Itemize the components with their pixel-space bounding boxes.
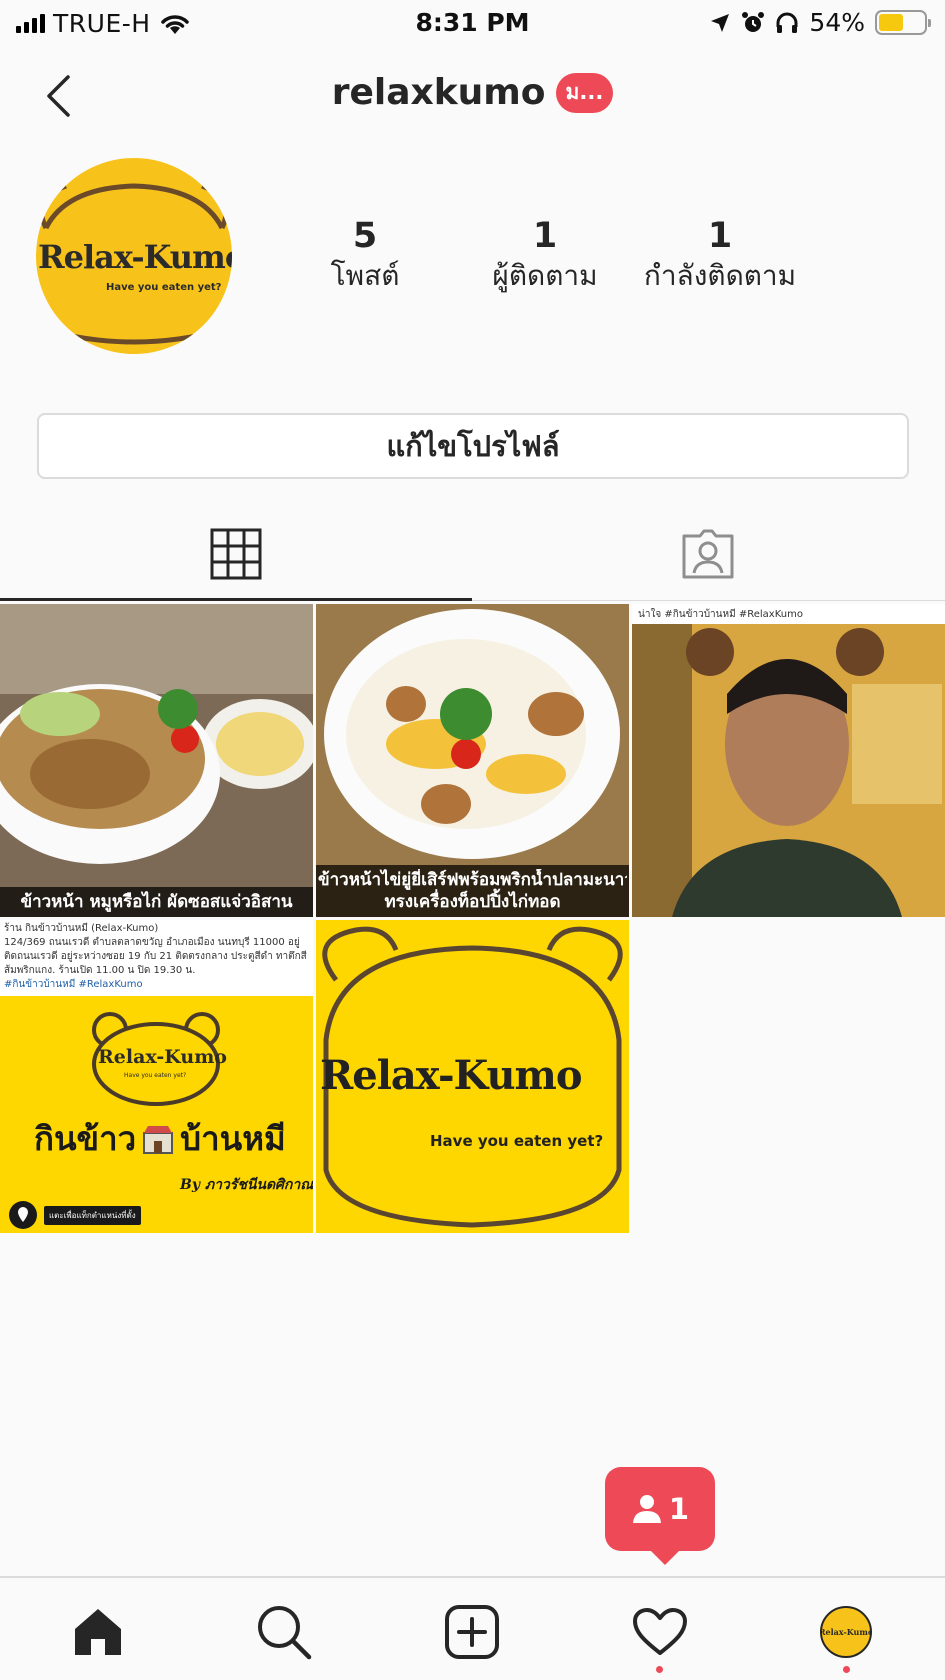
headphones-icon (776, 12, 798, 33)
nav-add-post[interactable] (442, 1602, 502, 1662)
profile-tabs (0, 505, 945, 603)
following-count: 1 (707, 216, 733, 256)
post-4-info-title: ร้าน กินข้าวบ้านหมี (Relax-Kumo) (4, 923, 159, 934)
posts-label: โพสต์ (330, 259, 400, 292)
battery-percent: 54% (809, 8, 865, 37)
notification-pill[interactable]: ม... (555, 72, 614, 113)
battery-fill (879, 14, 903, 31)
status-bar: TRUE-H 8:31 PM 54% (0, 0, 945, 48)
avatar-tagline: Have you eaten yet? (106, 282, 222, 293)
post-4-info-tags: #กินข้าวบ้านหมี #RelaxKumo (4, 979, 143, 990)
stat-following[interactable]: 1 กำลังติดตาม (640, 216, 800, 296)
profile-avatar-icon: Relax-Kumo (820, 1606, 872, 1658)
posts-count: 5 (352, 216, 378, 256)
post-thumbnail-5[interactable]: Relax-Kumo Have you eaten yet? (316, 920, 629, 1233)
shop-icon (143, 1125, 174, 1154)
post-thumbnail-2[interactable]: ข้าวหน้าไข่ยู่ยี่เสิร์ฟพร้อมพริกน้ำปลามะ… (316, 604, 629, 917)
tab-active-indicator (0, 598, 472, 601)
followers-label: ผู้ติดตาม (492, 259, 598, 292)
tagged-person-icon (682, 529, 734, 579)
post-4-location-label: แตะเพื่อแท็กตำแหน่งที่ตั้ง (44, 1205, 141, 1225)
post-4-info: ร้าน กินข้าวบ้านหมี (Relax-Kumo) 124/369… (4, 922, 309, 994)
bottom-nav: Relax-Kumo (0, 1576, 945, 1680)
profile-avatar[interactable]: Relax-Kumo Have you eaten yet? (36, 158, 232, 354)
post-thumbnail-4[interactable]: ร้าน กินข้าวบ้านหมี (Relax-Kumo) 124/369… (0, 920, 313, 1233)
heart-icon (633, 1608, 687, 1655)
post-3-header-text: น่าใจ #กินข้าวบ้านหมี #RelaxKumo (632, 604, 945, 624)
post-4-banner-right: บ้านหมี (180, 1119, 286, 1158)
status-right: 54% (709, 8, 931, 37)
nav-search[interactable] (254, 1602, 314, 1662)
battery-icon (875, 10, 931, 35)
avatar-logo-text: Relax-Kumo (38, 238, 232, 276)
stat-posts[interactable]: 5 โพสต์ (300, 216, 430, 296)
post-4-banner-left: กินข้าว (34, 1119, 137, 1158)
post-4-poster: Relax-Kumo Have you eaten yet? กินข้าว บ… (0, 996, 313, 1233)
post-5-tagline: Have you eaten yet? (430, 1132, 604, 1150)
post-4-logo-tagline: Have you eaten yet? (124, 1072, 187, 1079)
follow-notification-count: 1 (668, 1492, 690, 1526)
followers-count: 1 (532, 216, 558, 256)
post-thumbnail-1[interactable]: ข้าวหน้า หมูหรือไก่ ผัดซอสแจ่วอิสาน (0, 604, 313, 917)
stat-followers[interactable]: 1 ผู้ติดตาม (475, 216, 615, 296)
person-photo-image (632, 624, 945, 917)
tab-tagged[interactable] (472, 505, 944, 603)
home-icon (75, 1609, 121, 1655)
search-icon (258, 1606, 312, 1660)
nav-profile[interactable]: Relax-Kumo (816, 1602, 876, 1662)
location-arrow-icon (711, 13, 730, 32)
follow-notification-bubble[interactable]: 1 (605, 1467, 715, 1565)
post-2-caption-line1: ข้าวหน้าไข่ยู่ยี่เสิร์ฟพร้อมพริกน้ำปลามะ… (318, 870, 627, 890)
location-pin-icon (9, 1201, 37, 1229)
nav-activity[interactable] (630, 1602, 690, 1662)
post-4-info-address: 124/369 ถนนเรวดี ตำบลตลาดขวัญ อำเภอเมือง… (4, 937, 307, 976)
username-row: relaxkumo ม... (0, 72, 945, 113)
nav-avatar-text: Relax-Kumo (820, 1627, 872, 1637)
edit-profile-button[interactable]: แก้ไขโปรไฟล์ (37, 413, 909, 479)
activity-dot (656, 1666, 663, 1673)
post-4-by-line: By ภาวรัชนีนดศิกาณต์ (180, 1177, 313, 1193)
food-bowl-image (0, 604, 313, 917)
username-title[interactable]: relaxkumo (332, 72, 546, 113)
person-icon (632, 1495, 661, 1523)
post-2-caption-line2: ทรงเครื่องท็อปปิ้งไก่ทอด (384, 892, 561, 912)
grid-icon (210, 528, 262, 580)
alarm-icon (742, 11, 765, 32)
post-4-banner: กินข้าว บ้านหมี (34, 1112, 286, 1165)
following-label: กำลังติดตาม (643, 259, 797, 292)
post-thumbnail-3[interactable]: น่าใจ #กินข้าวบ้านหมี #RelaxKumo (632, 604, 945, 917)
nav-home[interactable] (68, 1602, 128, 1662)
post-1-caption: ข้าวหน้า หมูหรือไก่ ผัดซอสแจ่วอิสาน (0, 887, 313, 917)
add-post-icon (445, 1605, 499, 1659)
post-2-caption: ข้าวหน้าไข่ยู่ยี่เสิร์ฟพร้อมพริกน้ำปลามะ… (316, 865, 629, 917)
profile-dot (843, 1666, 850, 1673)
post-4-location-tag[interactable]: แตะเพื่อแท็กตำแหน่งที่ตั้ง (8, 1200, 141, 1230)
post-4-logo-text: Relax-Kumo (98, 1046, 227, 1068)
tab-grid[interactable] (0, 505, 472, 603)
post-5-logo-text: Relax-Kumo (320, 1052, 583, 1099)
profile-header: relaxkumo ม... (0, 58, 945, 132)
